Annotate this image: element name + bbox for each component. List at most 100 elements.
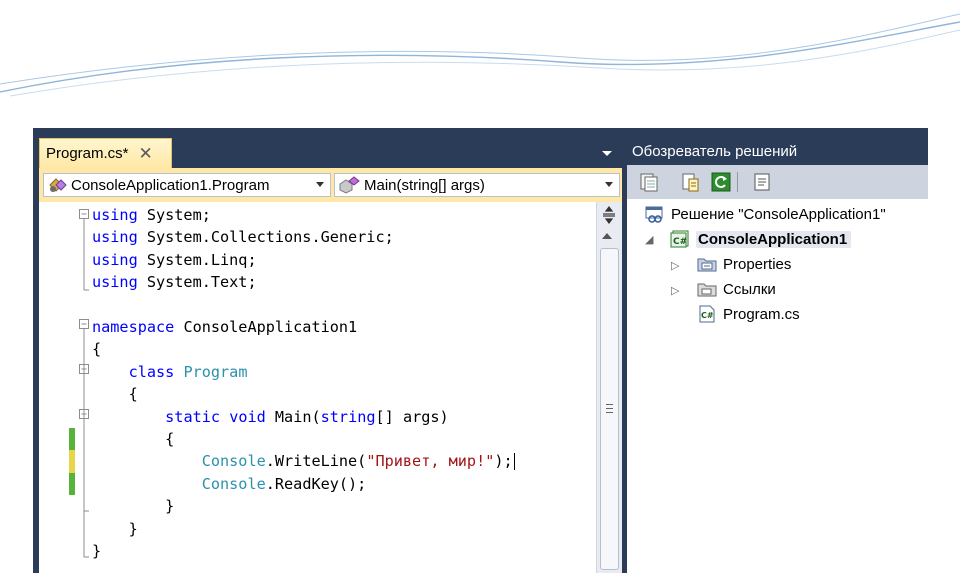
code-token: } (92, 497, 175, 516)
text-caret (513, 453, 515, 471)
code-token: static (165, 407, 221, 426)
tree-item-label: Ссылки (723, 280, 776, 298)
code-token: using (92, 228, 138, 247)
collapse-arrow-icon[interactable]: ◢ (645, 233, 653, 246)
code-line[interactable]: { (92, 338, 101, 360)
view-class-diagram-icon[interactable] (751, 171, 773, 193)
close-icon[interactable]: ✕ (139, 145, 153, 162)
code-token: { (92, 340, 102, 359)
code-token: using (92, 250, 138, 269)
type-selector[interactable]: ConsoleApplication1.Program (43, 173, 331, 197)
solution-explorer-title: Обозреватель решений (627, 138, 928, 165)
code-token: ConsoleApplication1 (174, 318, 358, 336)
code-token: { (92, 430, 175, 448)
splitter-icon[interactable] (601, 206, 617, 224)
chevron-down-icon[interactable] (316, 182, 324, 187)
tree-item-project[interactable]: C# ConsoleApplication1 (670, 227, 852, 251)
grip-icon (606, 404, 613, 413)
change-marker-saved (69, 472, 75, 496)
code-token: System.Linq; (137, 250, 257, 269)
tree-item-properties[interactable]: Properties (697, 252, 791, 276)
code-token: Program (183, 362, 248, 381)
code-token: string (320, 407, 376, 426)
chevron-down-icon[interactable] (605, 182, 613, 187)
change-marker-saved (69, 428, 75, 451)
code-token: using (92, 206, 138, 224)
references-folder-icon (697, 283, 717, 297)
chevron-down-icon[interactable] (600, 148, 614, 158)
change-marker-unsaved (69, 450, 75, 473)
change-tracking-margin (69, 202, 75, 573)
code-token: Main( (265, 407, 321, 426)
type-selector-label: ConsoleApplication1.Program (71, 176, 270, 194)
code-line[interactable]: using System.Collections.Generic; (92, 226, 394, 248)
code-line[interactable]: using System.Text; (92, 271, 257, 293)
code-token: { (92, 385, 138, 404)
solution-tree[interactable]: Решение "ConsoleApplication1" ◢ C# Conso… (627, 199, 928, 573)
svg-text:C#: C# (701, 311, 714, 320)
tree-item-solution[interactable]: Решение "ConsoleApplication1" (645, 202, 886, 226)
decorative-swoosh (0, 13, 960, 97)
code-token: using (92, 273, 138, 292)
tree-item-label: Properties (723, 255, 792, 273)
code-token: System; (137, 206, 211, 224)
csharp-project-icon: C# (670, 230, 689, 248)
solution-explorer-toolbar (627, 165, 928, 199)
method-icon (339, 176, 360, 194)
toolbar-separator (737, 172, 738, 192)
tree-item-label: Program.cs (723, 305, 800, 323)
code-line[interactable]: } (92, 518, 138, 540)
code-token: System.Text; (137, 273, 257, 292)
solution-label: Решение "ConsoleApplication1" (671, 205, 886, 223)
code-token: ); (494, 452, 513, 471)
csharp-file-icon: C# (699, 305, 715, 323)
code-line[interactable]: Console.ReadKey(); (92, 473, 367, 495)
code-line[interactable]: namespace ConsoleApplication1 (92, 316, 357, 338)
tree-item-references[interactable]: Ссылки (697, 277, 776, 301)
tab-program-cs[interactable]: Program.cs* ✕ (39, 138, 172, 168)
code-line[interactable]: } (92, 495, 174, 517)
code-token: } (92, 542, 102, 560)
code-line[interactable]: class Program (92, 361, 248, 383)
code-token: void (229, 407, 266, 426)
code-editor[interactable]: using System; using System.Collections.Ge… (39, 202, 622, 573)
code-token: Console (201, 452, 266, 471)
solution-icon (645, 206, 663, 223)
code-token: } (92, 519, 138, 538)
refresh-icon[interactable] (710, 171, 732, 193)
code-line[interactable]: using System.Linq; (92, 249, 257, 271)
code-line[interactable]: { (92, 428, 174, 450)
code-token: "Привет, мир!" (366, 452, 495, 471)
code-token: System.Collections.Generic; (137, 228, 394, 247)
outlining-margin (79, 209, 89, 558)
code-line[interactable]: using System; (92, 204, 211, 226)
member-selector-label: Main(string[] args) (364, 176, 485, 194)
code-token: Console (201, 474, 266, 493)
properties-icon[interactable] (679, 171, 701, 193)
tree-item-program-cs[interactable]: C# Program.cs (697, 302, 800, 326)
code-token: .WriteLine( (265, 452, 367, 471)
code-line[interactable]: static void Main(string[] args) (92, 406, 449, 428)
member-selector[interactable]: Main(string[] args) (334, 173, 620, 197)
code-token: namespace (92, 318, 175, 336)
show-all-files-icon[interactable] (638, 171, 660, 193)
tab-title: Program.cs* (46, 145, 129, 162)
code-line[interactable]: } (92, 540, 101, 562)
code-line[interactable]: Console.WriteLine("Привет, мир!"); (92, 450, 515, 472)
code-token: .ReadKey(); (265, 474, 367, 493)
code-line[interactable]: { (92, 383, 138, 405)
scroll-up-icon[interactable] (602, 233, 612, 239)
svg-text:C#: C# (673, 237, 687, 247)
vertical-scrollbar[interactable] (596, 202, 622, 573)
properties-folder-icon (697, 258, 717, 272)
scroll-thumb[interactable] (600, 248, 619, 570)
expand-arrow-icon[interactable]: ▷ (671, 259, 679, 272)
code-token: [] args) (375, 407, 449, 426)
expand-arrow-icon[interactable]: ▷ (671, 284, 679, 297)
navigation-bar: ConsoleApplication1.Program Main(string[… (39, 168, 622, 202)
